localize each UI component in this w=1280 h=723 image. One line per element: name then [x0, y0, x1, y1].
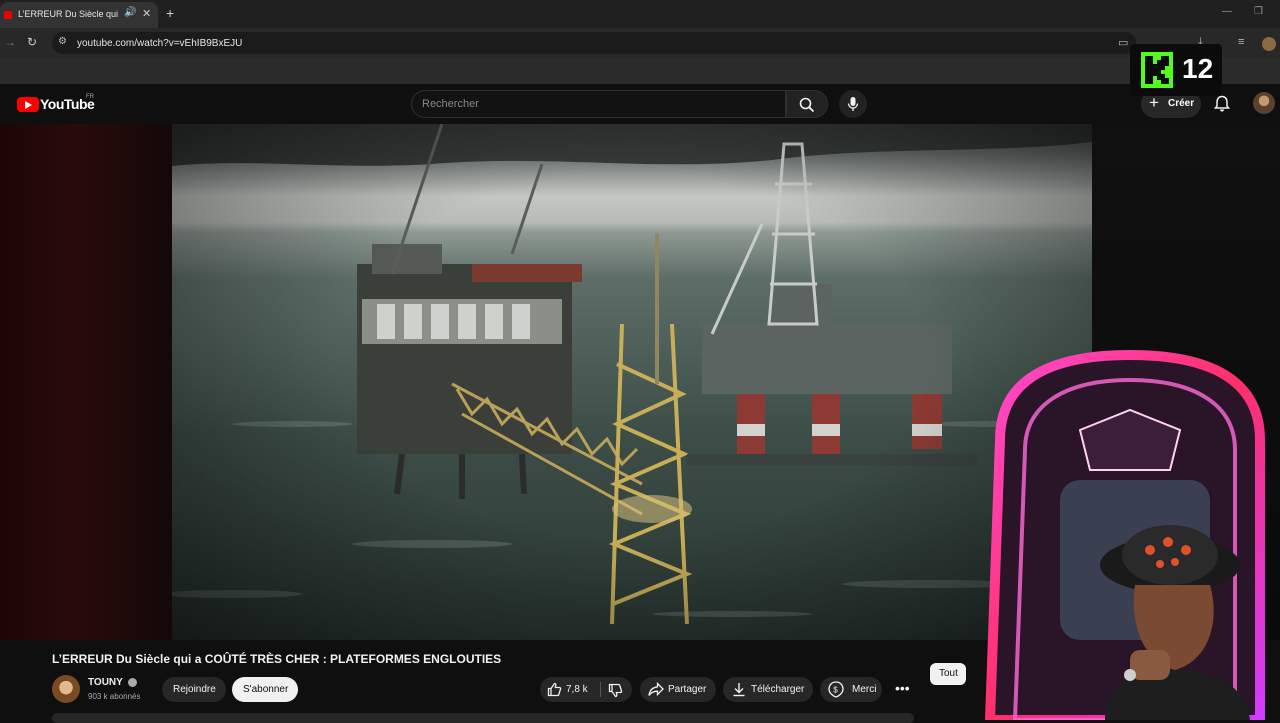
share-button[interactable]: Partager: [640, 677, 716, 702]
reload-icon[interactable]: ↻: [27, 35, 37, 49]
thanks-label: Merci: [852, 684, 877, 695]
site-info-icon[interactable]: ⚙: [58, 36, 67, 47]
voice-search-button[interactable]: [839, 90, 867, 118]
playlist-icon[interactable]: ≡: [1238, 36, 1244, 48]
maximize-icon[interactable]: ❐: [1254, 6, 1263, 17]
thumbs-up-icon[interactable]: [547, 682, 562, 697]
stream-badge-number: 12: [1182, 53, 1214, 84]
notifications-button[interactable]: [1214, 95, 1230, 118]
tab-title: L’ERREUR Du Siècle qui a C: [18, 9, 118, 19]
tab-close-icon[interactable]: ✕: [142, 7, 151, 20]
channel-avatar[interactable]: [52, 675, 80, 703]
channel-name[interactable]: TOUNY: [88, 677, 123, 688]
download-arrow-icon: [733, 683, 745, 697]
download-label: Télécharger: [751, 684, 805, 695]
search-input[interactable]: [422, 96, 772, 112]
kick-logo-icon: [1141, 52, 1173, 88]
thumbs-down-icon[interactable]: [608, 683, 623, 698]
new-tab-button[interactable]: +: [166, 5, 174, 21]
youtube-logo-icon[interactable]: [17, 97, 39, 112]
audio-playing-icon[interactable]: 🔊: [124, 7, 136, 18]
subscribe-label: S'abonner: [243, 684, 289, 695]
subscriber-count: 903 k abonnés: [88, 692, 141, 701]
bookmarks-strip: [0, 58, 1280, 84]
more-dots-icon: •••: [895, 680, 910, 696]
verified-icon: [128, 678, 137, 687]
svg-text:$: $: [833, 686, 838, 695]
share-icon: [648, 682, 664, 697]
url-text[interactable]: youtube.com/watch?v=vEhIB9BxEJU: [77, 38, 242, 49]
microphone-icon: [847, 97, 859, 111]
like-divider: [600, 682, 601, 697]
search-icon: [799, 97, 815, 113]
cast-icon[interactable]: ▭: [1118, 36, 1128, 49]
region-code: FR: [86, 94, 94, 100]
browser-profile-avatar[interactable]: [1262, 37, 1276, 51]
youtube-favicon-icon: [4, 11, 12, 19]
join-label: Rejoindre: [173, 684, 216, 695]
share-label: Partager: [668, 684, 707, 695]
browser-tab[interactable]: L’ERREUR Du Siècle qui a C 🔊 ✕: [0, 2, 158, 28]
search-box[interactable]: [411, 90, 786, 118]
back-arrow-icon[interactable]: →: [4, 35, 16, 49]
browser-tab-bar: [0, 0, 1280, 28]
chip-tout-label: Tout: [939, 668, 958, 679]
bell-icon: [1214, 95, 1230, 112]
more-actions-button[interactable]: •••: [888, 677, 913, 702]
description-box[interactable]: [52, 713, 914, 723]
download-button[interactable]: Télécharger: [723, 677, 813, 702]
search-button[interactable]: [786, 90, 828, 118]
plus-icon: +: [1149, 93, 1159, 112]
subscribe-button[interactable]: S'abonner: [232, 677, 298, 702]
super-thanks-icon: $: [828, 681, 844, 698]
like-count[interactable]: 7,8 k: [566, 684, 588, 695]
streamer-webcam: [930, 350, 1280, 720]
thanks-button[interactable]: $ Merci: [820, 677, 882, 702]
minimize-icon[interactable]: —: [1222, 6, 1232, 17]
create-label: Créer: [1168, 98, 1195, 109]
account-avatar[interactable]: [1253, 92, 1275, 114]
like-dislike-group: 7,8 k: [540, 677, 632, 702]
join-button[interactable]: Rejoindre: [162, 677, 226, 702]
chip-tout[interactable]: Tout: [930, 663, 966, 685]
video-title: L’ERREUR Du Siècle qui a COÛTÉ TRÈS CHER…: [52, 652, 502, 666]
